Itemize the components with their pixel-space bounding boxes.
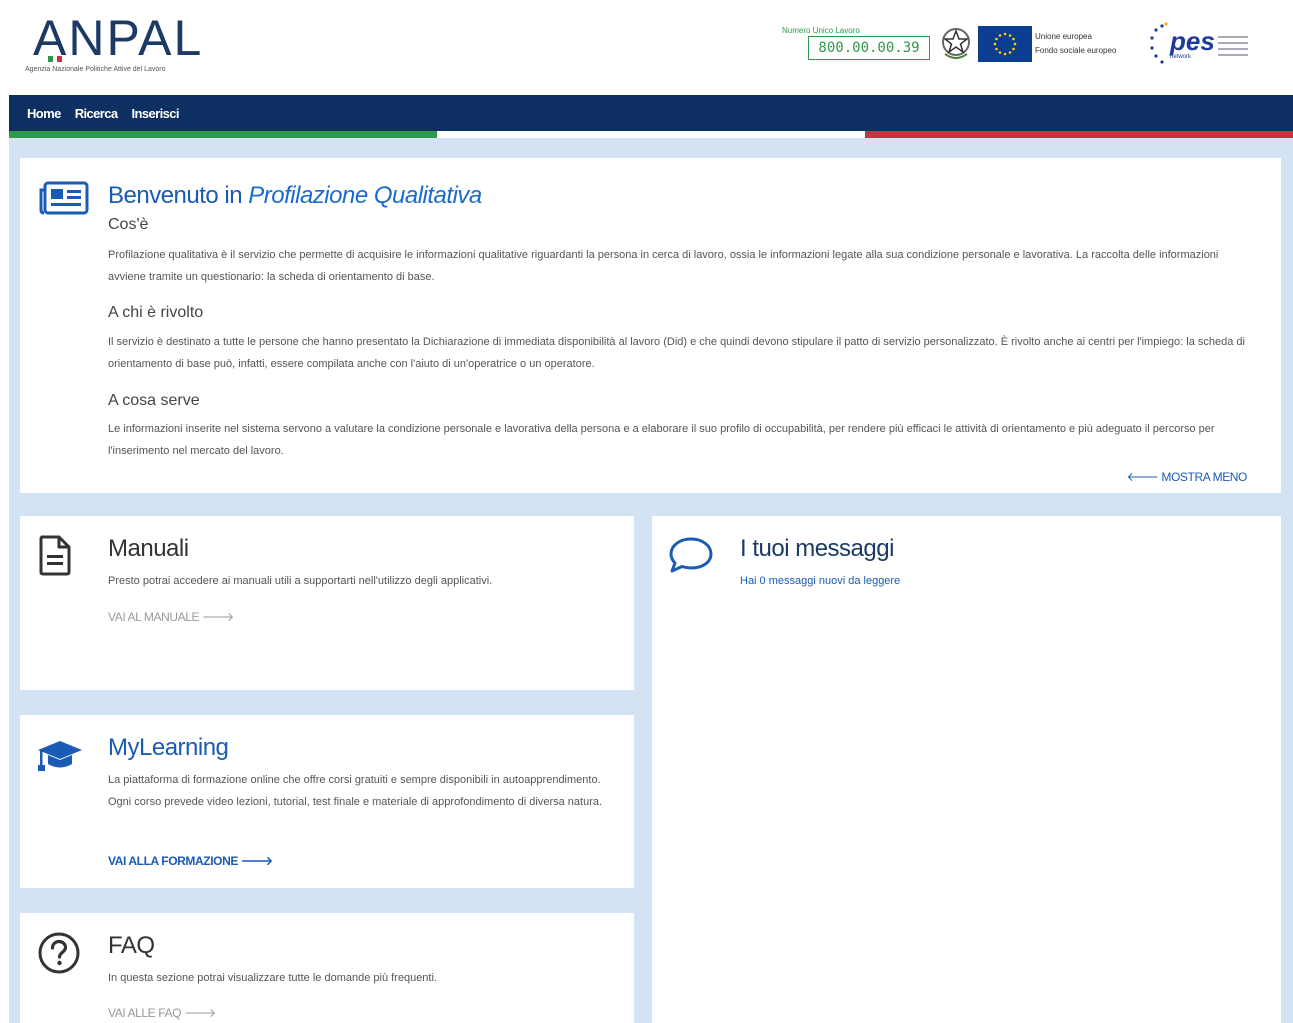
numero-unico-lavoro[interactable]: Numero Unico Lavoro 800.00.00.39 [780,24,932,62]
document-icon [39,535,71,576]
logo-subtitle: Agenzia Nazionale Politiche Attive del L… [25,66,166,73]
pes-network-logo: pes network [1148,20,1253,68]
mylearning-text: La piattaforma di formazione online che … [108,774,603,808]
vai-alle-faq-link[interactable]: VAI ALLE FAQ 🡒 [108,1005,216,1020]
faq-text: In questa sezione potrai visualizzare tu… [108,972,437,984]
vai-al-manuale-link[interactable]: VAI AL MANUALE 🡒 [108,609,234,624]
welcome-title: Benvenuto in Profilazione Qualitativa [108,182,482,210]
numero-value: 800.00.00.39 [808,36,930,60]
pes-word: pes [1170,26,1215,56]
cose-text: Profilazione qualitativa è il servizio c… [108,249,1219,283]
header: ANPAL Agenzia Nazionale Politiche Attive… [0,0,1293,95]
eu-flag-icon [978,26,1032,62]
manuali-title: Manuali [108,535,189,562]
main-content: Benvenuto in Profilazione Qualitativa Co… [9,138,1293,1023]
rivolto-heading: A chi è rivolto [108,304,204,321]
pes-lines [1218,36,1248,60]
graduation-cap-icon [38,741,82,771]
welcome-card: Benvenuto in Profilazione Qualitativa Co… [20,158,1281,493]
faq-card: FAQ In questa sezione potrai visualizzar… [20,913,634,1023]
cose-heading: Cos'è [108,216,149,233]
eu-text: Unione europea Fondo sociale europeo [1035,32,1117,55]
vai-alla-formazione-link[interactable]: VAI ALLA FORMAZIONE 🡒 [108,853,273,868]
serve-text: Le informazioni inserite nel sistema ser… [108,423,1215,457]
serve-heading: A cosa serve [108,392,200,409]
tricolor-stripe [9,131,1293,138]
nav-item-home[interactable]: Home [27,106,61,121]
welcome-title-app: Profilazione Qualitativa [248,182,482,209]
nav-item-inserisci[interactable]: Inserisci [132,106,180,121]
messaggi-card: I tuoi messaggi Hai 0 messaggi nuovi da … [652,516,1281,1023]
numero-title: Numero Unico Lavoro [782,26,860,35]
mostra-meno-link[interactable]: 🡐 MOSTRA MENO [1127,469,1248,484]
chat-bubble-icon [669,537,713,573]
italian-emblem-icon [942,28,970,59]
nav-item-ricerca[interactable]: Ricerca [75,106,118,121]
mylearning-card: MyLearning La piattaforma di formazione … [20,715,634,888]
anpal-logo[interactable]: ANPAL Agenzia Nazionale Politiche Attive… [25,10,225,76]
messaggi-title: I tuoi messaggi [740,535,894,562]
rivolto-text: Il servizio è destinato a tutte le perso… [108,336,1245,370]
welcome-title-prefix: Benvenuto in [108,182,243,209]
manuali-card: Manuali Presto potrai accedere ai manual… [20,516,634,690]
mylearning-title: MyLearning [108,734,229,761]
messaggi-text: Hai 0 messaggi nuovi da leggere [740,575,901,587]
main-navbar: Home Ricerca Inserisci [9,95,1293,133]
pes-sub: network [1170,54,1192,60]
manuali-text: Presto potrai accedere ai manuali utili … [108,575,493,587]
faq-title: FAQ [108,932,155,959]
logo-flag-icon [48,56,63,62]
question-circle-icon [38,932,80,974]
newspaper-icon [39,181,89,215]
pes-stars-icon [1150,22,1168,64]
